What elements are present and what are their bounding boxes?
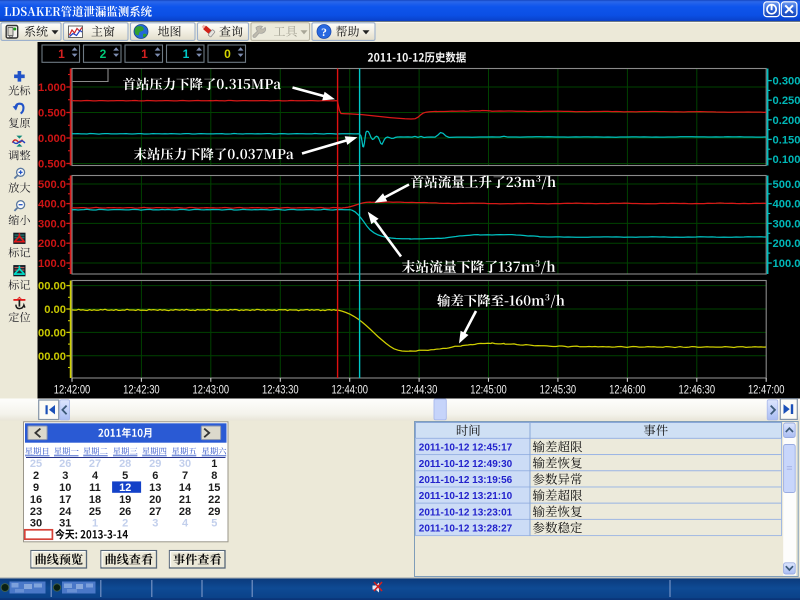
svg-text:12:44:30: 12:44:30	[401, 383, 438, 397]
svg-text:22: 22	[208, 494, 220, 506]
svg-text:3: 3	[152, 518, 158, 530]
svg-text:1: 1	[58, 47, 65, 61]
svg-text:21: 21	[179, 494, 191, 506]
svg-text:27: 27	[149, 506, 161, 518]
svg-text:3: 3	[62, 470, 68, 482]
svg-text:100.0: 100.0	[38, 258, 66, 270]
svg-text:2011-10-12 13:19:56: 2011-10-12 13:19:56	[419, 475, 513, 486]
svg-text:1: 1	[92, 518, 98, 530]
svg-text:9: 9	[33, 482, 39, 494]
svg-text:1: 1	[183, 47, 190, 61]
svg-text:0: 0	[224, 47, 231, 61]
svg-text:1: 1	[141, 47, 148, 61]
svg-text:12:43:30: 12:43:30	[262, 383, 299, 397]
svg-text:23: 23	[30, 506, 42, 518]
svg-text:2011-10-12 13:23:01: 2011-10-12 13:23:01	[419, 507, 513, 518]
svg-text:12:47:00: 12:47:00	[748, 383, 785, 397]
svg-text:?: ?	[321, 27, 327, 39]
svg-text:19: 19	[119, 494, 131, 506]
svg-text:16: 16	[30, 494, 42, 506]
svg-text:300.0: 300.0	[38, 218, 66, 230]
svg-text:28: 28	[119, 458, 131, 470]
svg-text:29: 29	[208, 506, 220, 518]
svg-text:12:46:30: 12:46:30	[679, 383, 716, 397]
svg-text:31: 31	[59, 518, 71, 530]
svg-text:18: 18	[89, 494, 101, 506]
svg-text:27: 27	[89, 458, 101, 470]
svg-text:6: 6	[152, 470, 158, 482]
svg-text:2011-10-12 13:21:10: 2011-10-12 13:21:10	[419, 491, 513, 502]
svg-text:28: 28	[179, 506, 191, 518]
svg-text:2011-10-12 12:45:17: 2011-10-12 12:45:17	[419, 443, 513, 454]
svg-text:2: 2	[33, 470, 39, 482]
svg-text:0.000: 0.000	[38, 133, 66, 145]
svg-text:0.300: 0.300	[773, 76, 800, 88]
svg-text:1: 1	[211, 458, 217, 470]
svg-text:12:45:30: 12:45:30	[540, 383, 577, 397]
svg-text:5: 5	[122, 470, 128, 482]
svg-text:400.0: 400.0	[38, 199, 66, 211]
svg-text:200.0: 200.0	[38, 238, 66, 250]
svg-text:26: 26	[119, 506, 131, 518]
svg-text:200.0: 200.0	[773, 238, 800, 250]
svg-text:5: 5	[211, 518, 217, 530]
svg-text:10: 10	[59, 482, 71, 494]
svg-text:30: 30	[30, 518, 42, 530]
svg-text:100.0: 100.0	[773, 258, 800, 270]
svg-text:4: 4	[92, 470, 99, 482]
svg-text:12:45:00: 12:45:00	[470, 383, 507, 397]
svg-text:26: 26	[59, 458, 71, 470]
svg-text:29: 29	[149, 458, 161, 470]
svg-text:2011-10-12 12:49:30: 2011-10-12 12:49:30	[419, 459, 513, 470]
svg-text:12:46:00: 12:46:00	[609, 383, 646, 397]
svg-text:12:42:00: 12:42:00	[54, 383, 91, 397]
svg-text:12:43:00: 12:43:00	[193, 383, 230, 397]
svg-text:7: 7	[182, 470, 188, 482]
svg-text:0.150: 0.150	[773, 134, 800, 146]
svg-text:30: 30	[179, 458, 191, 470]
svg-text:4: 4	[182, 518, 189, 530]
svg-text:25: 25	[89, 506, 101, 518]
svg-text:2: 2	[100, 47, 107, 61]
svg-text:2011-10-12 13:28:27: 2011-10-12 13:28:27	[419, 524, 513, 535]
svg-text:12: 12	[119, 482, 131, 494]
svg-text:0.00: 0.00	[44, 304, 66, 316]
svg-text:20: 20	[149, 494, 161, 506]
svg-text:500.0: 500.0	[38, 179, 66, 191]
svg-text:11: 11	[89, 482, 101, 494]
svg-text:0.100: 0.100	[773, 154, 800, 166]
svg-text:0.500: 0.500	[38, 108, 66, 120]
svg-text:0.250: 0.250	[773, 95, 800, 107]
svg-text:25: 25	[30, 458, 42, 470]
svg-text:500.0: 500.0	[773, 179, 800, 191]
svg-text:2: 2	[122, 518, 128, 530]
svg-text:-0.500: -0.500	[34, 159, 66, 171]
svg-text:0.200: 0.200	[773, 115, 800, 127]
svg-text:400.0: 400.0	[773, 199, 800, 211]
svg-text:8: 8	[211, 470, 217, 482]
svg-text:300.0: 300.0	[773, 218, 800, 230]
svg-text:17: 17	[59, 494, 71, 506]
svg-text:1.000: 1.000	[38, 82, 66, 94]
svg-text:13: 13	[149, 482, 161, 494]
svg-text:15: 15	[208, 482, 220, 494]
svg-text:12:44:00: 12:44:00	[331, 383, 368, 397]
svg-text:24: 24	[59, 506, 72, 518]
svg-text:14: 14	[179, 482, 192, 494]
svg-text:12:42:30: 12:42:30	[123, 383, 160, 397]
